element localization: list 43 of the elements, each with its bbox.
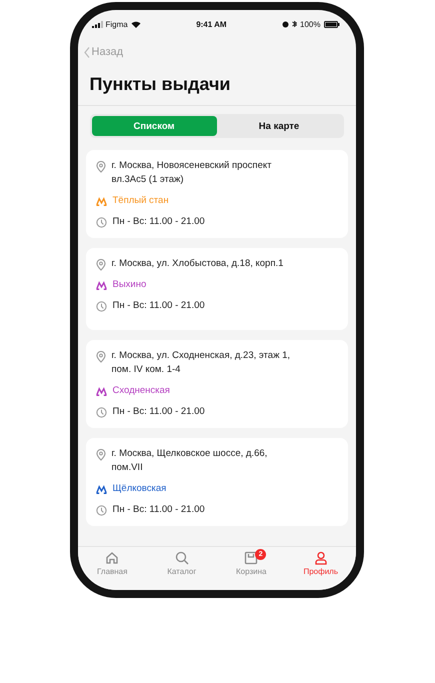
battery-icon: [324, 20, 340, 28]
metro-station: Выхино: [112, 278, 146, 292]
location-pin-icon: [96, 161, 106, 173]
metro-station: Щёлковская: [112, 482, 166, 496]
back-button[interactable]: Назад: [84, 46, 124, 58]
home-icon: [105, 551, 120, 565]
location-pin-icon: [96, 259, 106, 271]
pickup-point-card[interactable]: г. Москва, ул. Хлобыстова, д.18, корп.1 Выхино Пн - Вс: 11.00 - 21.00: [86, 248, 348, 330]
view-tab[interactable]: На карте: [216, 116, 342, 136]
address-text: г. Москва, Новоясеневский проспект вл.3Ас5 (1 этаж): [112, 159, 272, 187]
opening-hours: Пн - Вс: 11.00 - 21.00: [112, 215, 205, 229]
opening-hours: Пн - Вс: 11.00 - 21.00: [112, 299, 205, 313]
chevron-left-icon: [84, 46, 90, 58]
metro-station: Сходненская: [112, 384, 170, 398]
address-text: г. Москва, Щелковское шоссе, д.66, пом.VII: [112, 447, 268, 475]
profile-icon: [314, 551, 328, 565]
opening-hours: Пн - Вс: 11.00 - 21.00: [112, 405, 205, 419]
view-tab[interactable]: Списком: [92, 116, 216, 136]
opening-hours: Пн - Вс: 11.00 - 21.00: [112, 503, 205, 517]
bluetooth-icon: [292, 20, 298, 28]
page-title: Пункты выдачи: [90, 74, 232, 95]
address-text: г. Москва, ул. Хлобыстова, д.18, корп.1: [112, 257, 284, 271]
address-text: г. Москва, ул. Сходненская, д.23, этаж 1, пом. IV ком. 1-4: [112, 349, 291, 377]
carrier-name: Figma: [106, 20, 128, 28]
location-pin-icon: [96, 449, 106, 461]
tab-bar-item[interactable]: Каталог: [152, 551, 211, 590]
clock-time: 9:41 AM: [196, 20, 227, 28]
pickup-point-card[interactable]: г. Москва, ул. Сходненская, д.23, этаж 1, пом. IV ком. 1-4 Сходненская Пн - Вс: 11.00 - 21.00: [86, 340, 348, 428]
battery-percent: 100%: [300, 20, 320, 28]
pickup-point-card[interactable]: г. Москва, Щелковское шоссе, д.66, пом.VII Щёлковская Пн - Вс: 11.00 - 21.00: [86, 438, 348, 526]
signal-icon: [92, 20, 102, 28]
tab-bar-item[interactable]: Профиль: [292, 551, 350, 590]
location-pin-icon: [96, 351, 106, 363]
bag-icon: [244, 551, 258, 565]
search-icon: [174, 551, 189, 565]
tab-bar-item[interactable]: Главная: [83, 551, 142, 590]
clock-icon: [96, 407, 106, 418]
metro-station: Тёплый стан: [112, 194, 169, 208]
wifi-icon: [130, 20, 141, 28]
clock-icon: [96, 505, 106, 516]
pickup-point-card[interactable]: г. Москва, Новоясеневский проспект вл.3Ас5 (1 этаж) Тёплый стан Пн - Вс: 11.00 - 21.00: [86, 150, 348, 238]
clock-icon: [96, 301, 106, 312]
clock-icon: [96, 217, 106, 228]
